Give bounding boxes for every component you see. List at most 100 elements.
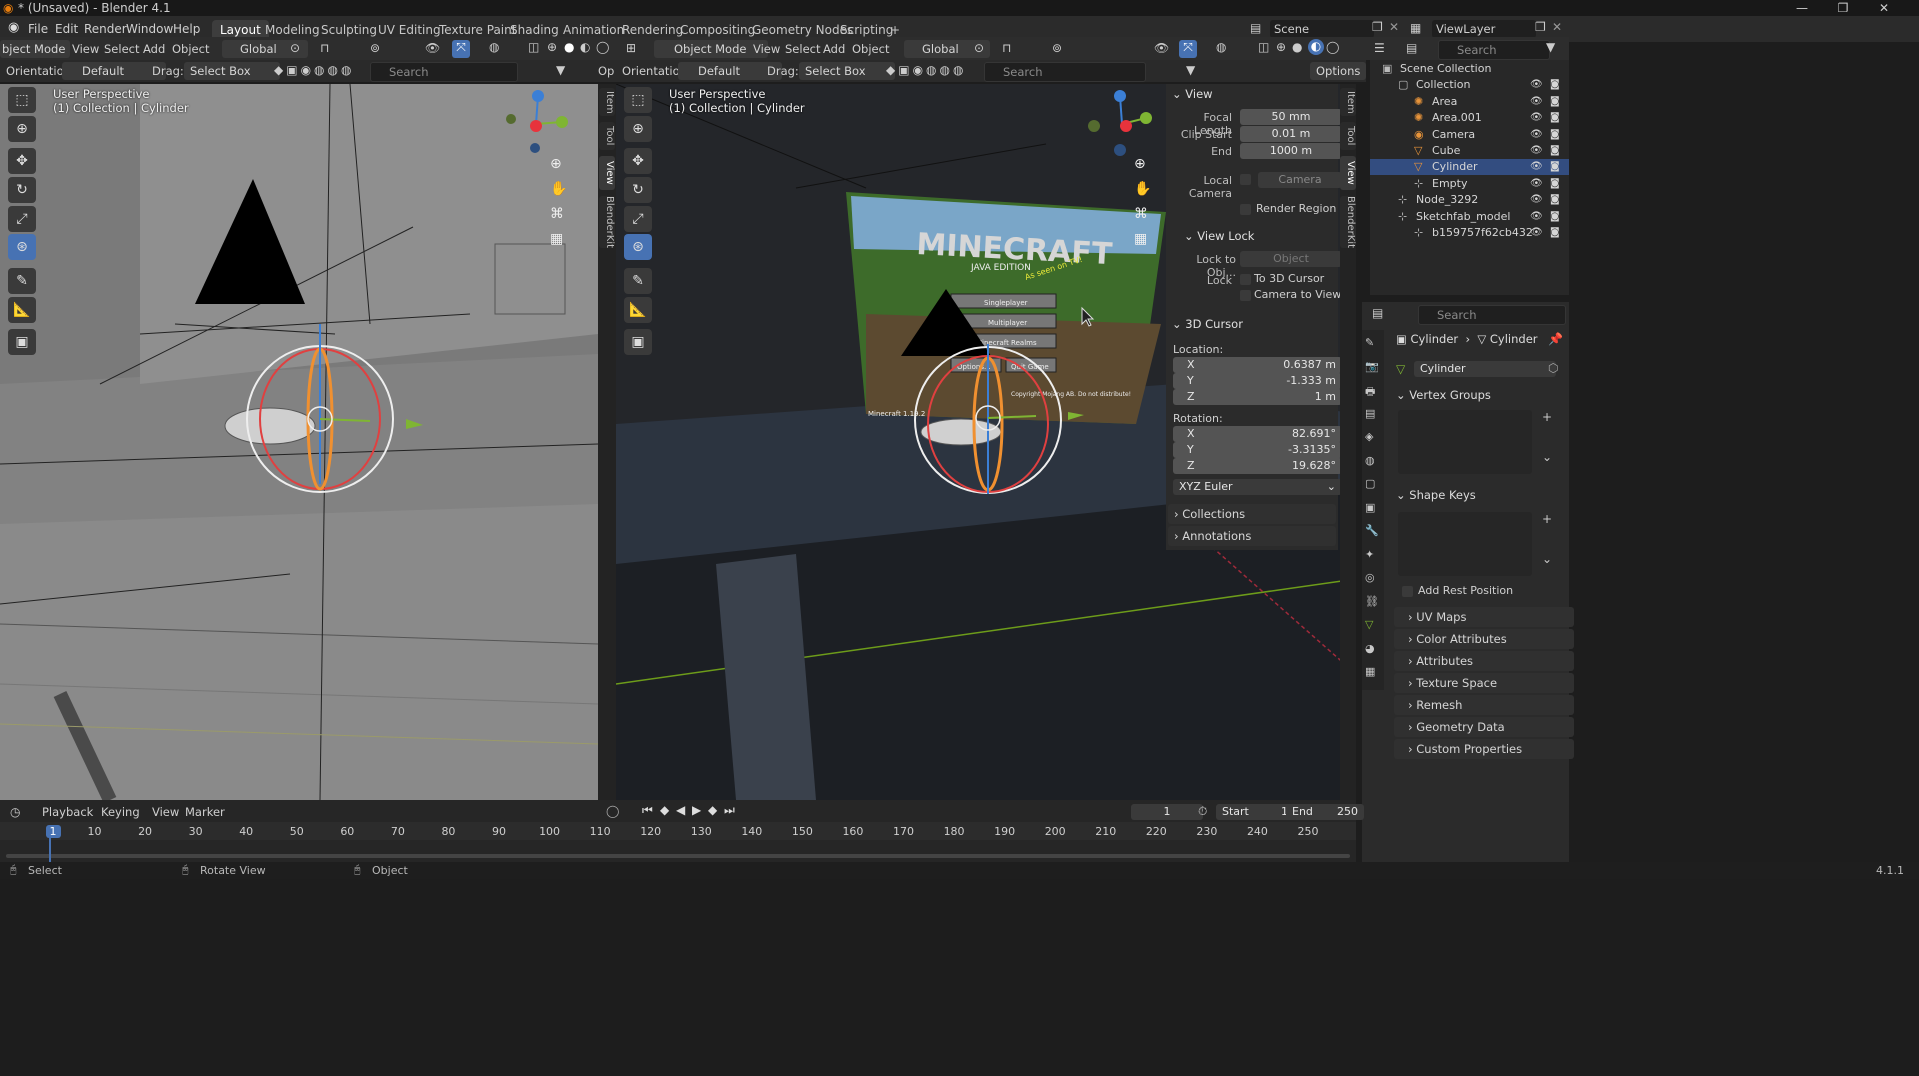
right-select-tool[interactable]: ⬚ (624, 87, 652, 113)
fake-user-icon[interactable]: ⬡ (1548, 361, 1558, 375)
left-menu-add[interactable]: Add (143, 40, 165, 58)
right-tool-search[interactable]: Search (984, 62, 1146, 82)
output-tab-icon[interactable]: 🖶 (1365, 383, 1375, 402)
left-tab-item[interactable]: Item (599, 88, 615, 116)
clip-start-field[interactable]: 0.01 m (1240, 126, 1342, 142)
right-rotate-tool[interactable]: ↻ (624, 177, 652, 203)
cursor-location-y[interactable]: Y -1.333 m (1173, 373, 1342, 389)
properties-section-remesh[interactable]: › Remesh (1394, 695, 1574, 715)
play-icon[interactable]: ▶ (692, 803, 701, 817)
right-snap-icon[interactable]: ⊓ (1002, 41, 1011, 55)
mesh-name-field[interactable]: Cylinder (1414, 361, 1556, 377)
properties-section-attributes[interactable]: › Attributes (1394, 651, 1574, 671)
end-frame-field[interactable]: End 250 (1286, 804, 1364, 820)
camera-to-view-checkbox[interactable] (1240, 290, 1251, 301)
left-axis-gizmo-icon[interactable] (500, 88, 572, 160)
left-rotate-tool[interactable]: ↻ (8, 177, 36, 203)
right-proportional-icon[interactable]: ⊚ (1052, 41, 1062, 55)
outliner-row[interactable]: ▽ Cylinder 👁 ◙ (1370, 159, 1569, 176)
visibility-eye-icon[interactable]: 👁 (1530, 159, 1543, 175)
view-lock-header[interactable]: ⌄ View Lock (1184, 229, 1254, 243)
view-layer-tab-icon[interactable]: ▤ (1365, 407, 1375, 420)
right-tab-tool[interactable]: Tool (1340, 122, 1356, 150)
render-camera-icon[interactable]: ◙ (1550, 209, 1560, 225)
right-visibility-icon[interactable]: 👁 (1154, 41, 1169, 55)
tool-tab-icon[interactable]: ✎ (1365, 336, 1374, 349)
right-cursor-tool[interactable]: ⊕ (624, 116, 652, 142)
timeline-menu-marker[interactable]: Marker (185, 803, 225, 821)
right-tab-item[interactable]: Item (1340, 88, 1356, 116)
texture-tab-icon[interactable]: ▦ (1365, 665, 1375, 678)
props-editor-icon[interactable]: ▤ (1372, 306, 1383, 320)
visibility-eye-icon[interactable]: 👁 (1530, 143, 1543, 159)
outliner-row[interactable]: ▽ Cube 👁 ◙ (1370, 143, 1569, 159)
add-rest-checkbox[interactable] (1402, 586, 1413, 597)
right-menu-add[interactable]: Add (823, 40, 845, 58)
render-camera-icon[interactable]: ◙ (1550, 192, 1560, 208)
start-frame-field[interactable]: Start 1 (1216, 804, 1294, 820)
timeline-menu-playback[interactable]: Playback (42, 803, 93, 821)
properties-section-custom-properties[interactable]: › Custom Properties (1394, 739, 1574, 759)
outliner-row[interactable]: ▣ Scene Collection (1370, 61, 1569, 77)
right-menu-select[interactable]: Select (785, 40, 820, 58)
properties-section-texture-space[interactable]: › Texture Space (1394, 673, 1574, 693)
render-camera-icon[interactable]: ◙ (1550, 225, 1560, 241)
left-wireframe-shading-icon[interactable]: ⊕ (547, 40, 557, 54)
right-wireframe-shading-icon[interactable]: ⊕ (1276, 40, 1286, 54)
left-move-tool[interactable]: ✥ (8, 148, 36, 174)
left-3d-viewport[interactable]: User Perspective (1) Collection | Cylind… (0, 84, 598, 800)
left-tool-search[interactable]: Search (370, 62, 518, 82)
scene-new-icon[interactable]: ❐ (1372, 20, 1383, 34)
cursor-rotation-x[interactable]: X 82.691° (1173, 426, 1342, 442)
visibility-eye-icon[interactable]: 👁 (1530, 127, 1543, 143)
right-annotate-tool[interactable]: ✎ (624, 268, 652, 294)
left-proportional-icon[interactable]: ⊚ (370, 41, 380, 55)
data-tab-icon[interactable]: ▽ (1365, 618, 1373, 631)
left-grid-icon[interactable]: ▦ (550, 231, 563, 247)
focal-length-field[interactable]: 50 mm (1240, 109, 1342, 125)
right-scale-tool[interactable]: ⤢ (624, 206, 652, 232)
visibility-eye-icon[interactable]: 👁 (1530, 110, 1543, 126)
render-region-checkbox[interactable] (1240, 204, 1251, 215)
right-zoom-icon[interactable]: ⊕ (1134, 156, 1146, 172)
right-tab-view[interactable]: View (1340, 156, 1356, 190)
left-menu-object[interactable]: Object (172, 40, 209, 58)
left-rendered-shading-icon[interactable]: ◯ (596, 40, 609, 54)
outliner-search[interactable]: Search (1438, 40, 1550, 60)
render-camera-icon[interactable]: ◙ (1550, 159, 1560, 175)
left-select-tool[interactable]: ⬚ (8, 87, 36, 113)
outliner-row[interactable]: ▢ Collection 👁 ◙ (1370, 77, 1569, 93)
annotations-section[interactable]: › Annotations (1168, 526, 1336, 546)
outliner-row[interactable]: ⊹ Empty 👁 ◙ (1370, 176, 1569, 192)
props-search[interactable]: Search (1418, 305, 1566, 325)
left-menu-select[interactable]: Select (104, 40, 139, 58)
right-measure-tool[interactable]: 📐 (624, 297, 652, 323)
render-camera-icon[interactable]: ◙ (1550, 110, 1560, 126)
preview-range-icon[interactable]: ⏱ (1198, 804, 1207, 819)
constraints-tab-icon[interactable]: ⛓ (1365, 595, 1379, 608)
right-overlay-icon[interactable]: ◍ (1216, 40, 1226, 54)
minimize-icon[interactable]: — (1782, 0, 1822, 16)
vertex-group-menu-icon[interactable]: ⌄ (1542, 450, 1552, 464)
menu-help[interactable]: Help (167, 20, 206, 38)
outliner-row[interactable]: ⊹ Sketchfab_model 👁 ◙ (1370, 209, 1569, 225)
left-snap-icon[interactable]: ⊓ (320, 41, 329, 55)
left-gizmo-icon[interactable]: ⤧ (452, 40, 470, 58)
right-editor-type-icon[interactable]: ⊞ (626, 41, 636, 55)
play-reverse-icon[interactable]: ◀ (676, 803, 685, 817)
collection-tab-icon[interactable]: ▢ (1365, 477, 1375, 490)
viewlayer-remove-icon[interactable]: ✕ (1552, 20, 1562, 34)
vertex-groups-header[interactable]: ⌄ Vertex Groups (1396, 388, 1491, 402)
outliner-display-mode-icon[interactable]: ▤ (1406, 41, 1417, 55)
jump-start-icon[interactable]: ⏮ (642, 803, 653, 818)
collections-section[interactable]: › Collections (1168, 504, 1336, 524)
vertex-groups-list[interactable] (1398, 410, 1532, 474)
close-icon[interactable]: ✕ (1864, 0, 1904, 16)
visibility-eye-icon[interactable]: 👁 (1530, 176, 1543, 192)
right-camera-view-icon[interactable]: ⌘ (1134, 206, 1148, 222)
modifier-tab-icon[interactable]: 🔧 (1365, 524, 1379, 537)
right-pivot-icon[interactable]: ⊙ (974, 41, 984, 55)
render-camera-icon[interactable]: ◙ (1550, 176, 1560, 192)
local-camera-checkbox[interactable] (1240, 174, 1251, 185)
shape-keys-header[interactable]: ⌄ Shape Keys (1396, 488, 1476, 502)
